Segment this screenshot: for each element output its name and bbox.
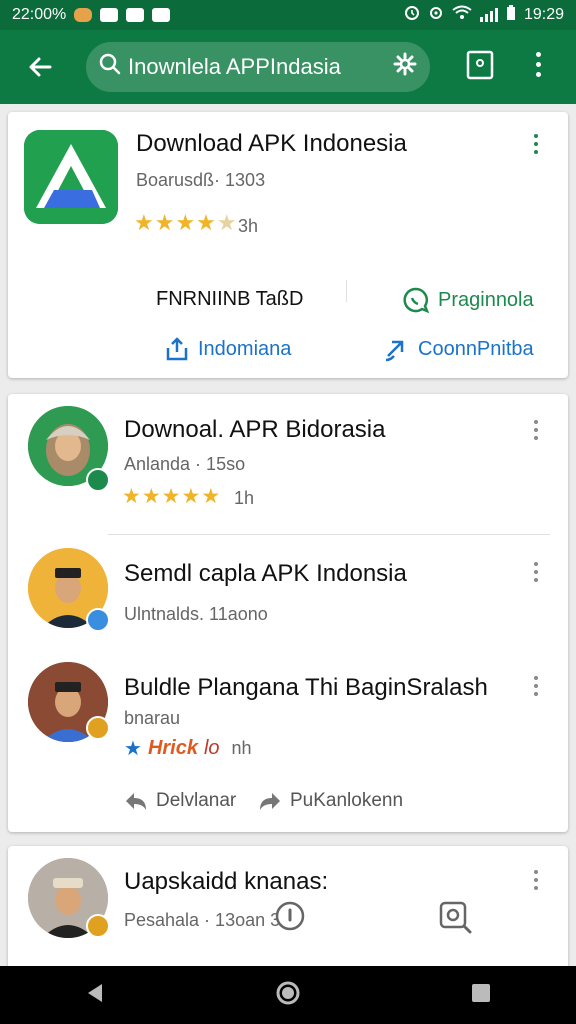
featured-meta: Boarusdß· 1303 (136, 170, 266, 190)
feed-card: Downoal. APR Bidorasia Anlanda · 15so ★★… (8, 394, 568, 832)
status-badge (86, 914, 110, 938)
feed-item-title[interactable]: Downoal. APR Bidorasia (124, 416, 385, 444)
app-logo[interactable] (24, 130, 118, 224)
message-icon (100, 8, 119, 22)
divider (108, 534, 550, 535)
feed-item-title[interactable]: Semdl capla APK Indonsia (124, 560, 407, 588)
status-bar: 22:00% 19:29 (0, 0, 576, 30)
more-vert-icon (534, 52, 542, 77)
feed-item-badge: Hrick (147, 737, 198, 759)
status-badge (86, 716, 110, 740)
overflow-menu-button[interactable] (534, 52, 542, 77)
share-icon (166, 337, 188, 361)
feed-action-right[interactable]: PuKanlokenn (258, 790, 403, 812)
bottom-card: Uapskaidd knanas: Pesahala · 13oan 3 (8, 846, 568, 986)
action-label: Praginnola (438, 288, 534, 311)
system-navigation-bar (0, 966, 576, 1024)
feed-item-title[interactable]: Buldle Plangana Thi BaginSralash (124, 674, 488, 702)
status-badge (86, 608, 110, 632)
bottom-card-title[interactable]: Uapskaidd knanas: (124, 868, 328, 896)
search-query: Inownlela APPIndasia (128, 54, 341, 79)
action-label: Indomiana (198, 337, 292, 360)
action-label: Delvlanar (156, 790, 237, 811)
notification-app-icon (126, 8, 145, 22)
reply-icon (126, 793, 146, 810)
alarm-icon (404, 5, 420, 26)
chat-icon (403, 287, 430, 314)
back-button[interactable] (0, 30, 80, 104)
app-bar: Inownlela APPIndasia (0, 30, 576, 104)
feed-item-time: nh (231, 738, 252, 758)
wifi-icon (452, 5, 472, 26)
featured-action-bottom-left[interactable]: Indomiana (164, 336, 291, 362)
action-label: FNRNIINB TaßD (156, 288, 304, 310)
feed-action-left[interactable]: Delvlanar (124, 790, 236, 812)
feed-item-time: 1h (234, 488, 255, 508)
more-vert-icon[interactable] (532, 420, 540, 440)
feed-item-meta: Anlanda · 15so (124, 454, 246, 474)
rating-stars: ★★★★★ (134, 210, 238, 235)
forward-icon (260, 793, 280, 810)
status-time-left: 22:00% (12, 6, 67, 23)
link-icon (385, 340, 404, 362)
action-label: CoonnPnitba (418, 337, 534, 360)
feed-item-badge-row: ★ Hrick lo nh (124, 736, 252, 761)
featured-app-card: Download APK Indonesia Boarusdß· 1303 ★★… (8, 112, 568, 378)
search-icon (98, 52, 122, 82)
nav-back-icon[interactable] (84, 982, 106, 1009)
featured-time: 3h (238, 216, 259, 236)
settings-status-icon (428, 5, 444, 26)
more-vert-icon[interactable] (532, 134, 540, 154)
featured-action-top-right[interactable]: Praginnola (402, 286, 534, 314)
status-badge (86, 468, 110, 492)
nav-home-icon[interactable] (275, 980, 301, 1011)
more-vert-icon[interactable] (532, 562, 540, 582)
info-icon[interactable] (274, 900, 306, 937)
more-vert-icon[interactable] (532, 676, 540, 696)
bottom-card-meta: Pesahala · 13oan 3 (124, 910, 281, 930)
featured-action-bottom-right[interactable]: CoonnPnitba (382, 336, 534, 362)
feed-item-badge-extra: lo (203, 737, 220, 759)
featured-action-top-left[interactable]: FNRNIINB TaßD (156, 288, 303, 311)
search-bar[interactable]: Inownlela APPIndasia (86, 42, 430, 92)
divider (346, 280, 347, 302)
feed-item-meta: bnarau (124, 708, 181, 728)
signal-icon (479, 8, 498, 22)
feed-item-meta: Ulntnalds. 11aono (124, 604, 268, 624)
featured-title[interactable]: Download APK Indonesia (136, 130, 407, 158)
more-vert-icon[interactable] (532, 870, 540, 890)
battery-icon (506, 4, 516, 26)
action-label: PuKanlokenn (290, 790, 404, 811)
arrow-left-icon (29, 57, 52, 77)
star-icon: ★ (124, 738, 142, 760)
notification-icon (74, 8, 93, 22)
rating-stars: ★★★★★ (122, 485, 222, 508)
scan-button[interactable] (466, 50, 494, 85)
status-time-right: 19:29 (523, 6, 564, 23)
notification-alt-icon (152, 8, 171, 22)
gear-icon[interactable] (392, 51, 418, 83)
nav-recents-icon[interactable] (470, 982, 492, 1009)
zoom-icon[interactable] (438, 900, 472, 939)
scan-icon (466, 50, 494, 80)
